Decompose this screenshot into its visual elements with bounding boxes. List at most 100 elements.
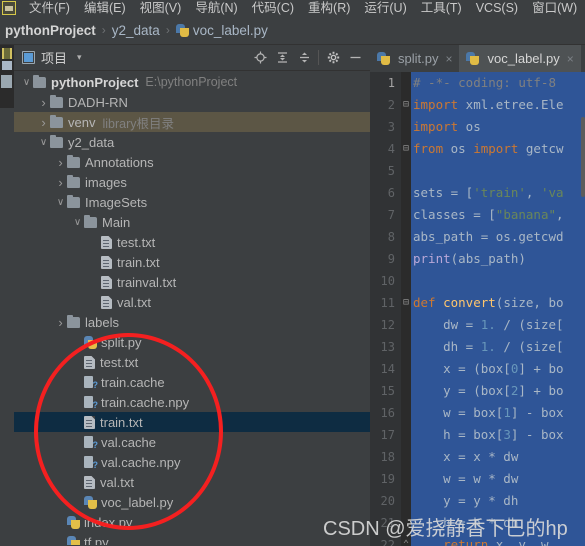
tree-row[interactable]: › labels <box>14 312 370 332</box>
menu-item-edit[interactable]: 编辑(E) <box>77 1 133 16</box>
menu-bar[interactable]: 文件(F) 编辑(E) 视图(V) 导航(N) 代码(C) 重构(R) 运行(U… <box>0 0 585 16</box>
fold-toggle-icon[interactable]: ⊟ <box>401 298 411 308</box>
breadcrumb-folder[interactable]: y2_data <box>112 23 160 38</box>
code-text[interactable]: print(abs_path) <box>411 248 585 270</box>
fold-toggle-icon[interactable]: ⊟ <box>401 144 411 154</box>
hide-panel-icon[interactable] <box>344 47 366 69</box>
code-line[interactable]: 11 ⊟ def convert(size, bo <box>370 292 585 314</box>
code-text[interactable]: w = w * dw <box>411 468 585 490</box>
menu-item-refactor[interactable]: 重构(R) <box>301 1 357 16</box>
code-line[interactable]: 18 x = x * dw <box>370 446 585 468</box>
chevron-down-icon[interactable]: ∨ <box>20 77 33 88</box>
fold-toggle-icon[interactable]: ⌃ <box>401 540 411 546</box>
code-text[interactable]: # -*- coding: utf-8 <box>411 72 585 94</box>
code-text[interactable]: import os <box>411 116 585 138</box>
chevron-down-icon[interactable]: ▾ <box>77 52 82 63</box>
code-line[interactable]: 15 y = (box[2] + bo <box>370 380 585 402</box>
tree-row[interactable]: ∨ ImageSets <box>14 192 370 212</box>
gear-icon[interactable] <box>322 47 344 69</box>
editor-tab-bar[interactable]: split.py × voc_label.py × <box>370 45 585 72</box>
editor-code-area[interactable]: 1 # -*- coding: utf-8 2 ⊟ import xml.etree.E… <box>370 72 585 546</box>
code-line[interactable]: 2 ⊟ import xml.etree.Ele <box>370 94 585 116</box>
code-text[interactable]: dw = 1. / (size[ <box>411 314 585 336</box>
menu-item-window[interactable]: 窗口(W) <box>525 1 584 16</box>
tree-row[interactable]: ? train.cache.npy <box>14 392 370 412</box>
tree-row[interactable]: train.txt <box>14 412 370 432</box>
tree-row[interactable]: ∨ y2_data <box>14 132 370 152</box>
code-line[interactable]: 5 <box>370 160 585 182</box>
expand-all-icon[interactable] <box>271 47 293 69</box>
breadcrumb-file[interactable]: voc_label.py <box>193 23 268 38</box>
code-text[interactable]: h = h * dh <box>411 512 585 534</box>
code-line[interactable]: 3 import os <box>370 116 585 138</box>
tree-row[interactable]: voc_label.py <box>14 492 370 512</box>
sidebar-tab-project[interactable] <box>0 45 14 108</box>
code-text[interactable]: h = box[3] - box <box>411 424 585 446</box>
tree-row[interactable]: ∨ pythonProject E:\pythonProject <box>14 72 370 92</box>
code-text[interactable]: return x, y, w <box>411 534 585 546</box>
close-icon[interactable]: × <box>445 52 452 66</box>
code-text[interactable] <box>411 270 585 292</box>
menu-item-navigate[interactable]: 导航(N) <box>188 1 244 16</box>
code-line[interactable]: 7 classes = ["banana", <box>370 204 585 226</box>
tree-row[interactable]: split.py <box>14 332 370 352</box>
tree-row[interactable]: › Annotations <box>14 152 370 172</box>
menu-item-view[interactable]: 视图(V) <box>133 1 189 16</box>
tree-row[interactable]: › venv library根目录 <box>14 112 370 132</box>
tree-row[interactable]: test.txt <box>14 232 370 252</box>
code-line[interactable]: 17 h = box[3] - box <box>370 424 585 446</box>
editor-tab[interactable]: voc_label.py × <box>459 45 581 72</box>
code-text[interactable]: dh = 1. / (size[ <box>411 336 585 358</box>
code-text[interactable]: abs_path = os.getcwd <box>411 226 585 248</box>
chevron-down-icon[interactable]: ∨ <box>54 197 67 208</box>
fold-toggle-icon[interactable]: ⊟ <box>401 100 411 110</box>
editor-tab[interactable]: split.py × <box>370 45 459 72</box>
code-text[interactable]: y = (box[2] + bo <box>411 380 585 402</box>
chevron-right-icon[interactable]: › <box>37 115 50 130</box>
code-text[interactable]: sets = ['train', 'va <box>411 182 585 204</box>
project-file-tree[interactable]: ∨ pythonProject E:\pythonProject › DADH-RN › v… <box>14 71 370 545</box>
menu-item-run[interactable]: 运行(U) <box>357 1 413 16</box>
code-text[interactable]: from os import getcw <box>411 138 585 160</box>
menu-item-tools[interactable]: 工具(T) <box>414 1 469 16</box>
code-line[interactable]: 21 h = h * dh <box>370 512 585 534</box>
menu-item-vcs[interactable]: VCS(S) <box>469 1 525 16</box>
breadcrumb-project[interactable]: pythonProject <box>5 23 96 38</box>
tree-row[interactable]: ? val.cache <box>14 432 370 452</box>
left-tool-strip[interactable] <box>0 45 14 546</box>
code-line[interactable]: 12 dw = 1. / (size[ <box>370 314 585 336</box>
tree-row[interactable]: trainval.txt <box>14 272 370 292</box>
code-text[interactable] <box>411 160 585 182</box>
code-text[interactable]: w = box[1] - box <box>411 402 585 424</box>
tree-row[interactable]: ? val.cache.npy <box>14 452 370 472</box>
tree-row[interactable]: ∨ Main <box>14 212 370 232</box>
code-line[interactable]: 10 <box>370 270 585 292</box>
locate-icon[interactable] <box>249 47 271 69</box>
collapse-all-icon[interactable] <box>293 47 315 69</box>
code-text[interactable]: classes = ["banana", <box>411 204 585 226</box>
tree-row[interactable]: train.txt <box>14 252 370 272</box>
code-line[interactable]: 1 # -*- coding: utf-8 <box>370 72 585 94</box>
code-line[interactable]: 13 dh = 1. / (size[ <box>370 336 585 358</box>
code-line[interactable]: 22 ⌃ return x, y, w <box>370 534 585 546</box>
chevron-down-icon[interactable]: ∨ <box>71 217 84 228</box>
tree-row[interactable]: val.txt <box>14 472 370 492</box>
code-line[interactable]: 20 y = y * dh <box>370 490 585 512</box>
chevron-right-icon[interactable]: › <box>37 95 50 110</box>
chevron-right-icon[interactable]: › <box>54 315 67 330</box>
chevron-right-icon[interactable]: › <box>54 175 67 190</box>
tree-row[interactable]: tf.py <box>14 532 370 545</box>
code-text[interactable]: def convert(size, bo <box>411 292 585 314</box>
code-line[interactable]: 9 print(abs_path) <box>370 248 585 270</box>
code-line[interactable]: 16 w = box[1] - box <box>370 402 585 424</box>
editor-scrollbar[interactable] <box>581 117 585 197</box>
code-text[interactable]: y = y * dh <box>411 490 585 512</box>
tree-row[interactable]: val.txt <box>14 292 370 312</box>
code-line[interactable]: 8 abs_path = os.getcwd <box>370 226 585 248</box>
menu-item-code[interactable]: 代码(C) <box>245 1 301 16</box>
tree-row[interactable]: index.py <box>14 512 370 532</box>
code-line[interactable]: 6 sets = ['train', 'va <box>370 182 585 204</box>
menu-item-file[interactable]: 文件(F) <box>22 1 77 16</box>
code-line[interactable]: 4 ⊟ from os import getcw <box>370 138 585 160</box>
code-text[interactable]: import xml.etree.Ele <box>411 94 585 116</box>
